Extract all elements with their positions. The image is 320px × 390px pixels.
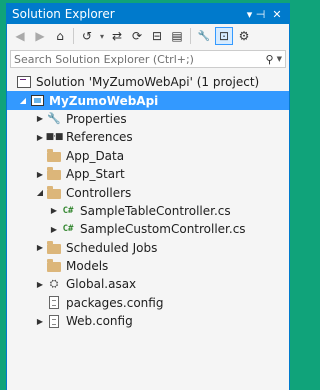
expand-arrow-icon[interactable]: ◢ [17,96,29,105]
expand-arrow-icon[interactable]: ▶ [34,317,46,326]
tree-item-label: References [66,130,133,145]
tree-item-references[interactable]: ▶ ■·■ References [7,128,289,146]
folder-icon [46,258,62,274]
config-file-icon [46,295,62,311]
tree-item-properties[interactable]: ▶ 🔧 Properties [7,110,289,128]
expand-arrow-icon[interactable]: ▶ [34,170,46,179]
solution-tree: Solution 'MyZumoWebApi' (1 project) ◢ My… [7,73,289,331]
tree-item-label: Scheduled Jobs [66,240,158,255]
tree-item-packages-config[interactable]: packages.config [7,294,289,312]
tree-item-web-config[interactable]: ▶ Web.config [7,312,289,330]
chevron-down-icon[interactable]: ▼ [277,55,282,63]
expand-arrow-icon[interactable]: ▶ [34,243,46,252]
tree-item-label: Models [66,259,109,274]
tree-item-controllers[interactable]: ◢ Controllers [7,183,289,201]
preview-selected-icon[interactable]: ⊡ [215,27,233,45]
title-bar: Solution Explorer ▾ ⊣ ✕ [7,4,289,24]
search-icon[interactable]: ⚲ [266,53,274,66]
expand-arrow-icon[interactable]: ▶ [34,280,46,289]
tree-item-label: SampleCustomController.cs [80,222,246,237]
close-icon[interactable]: ✕ [269,8,285,21]
tree-item-solution[interactable]: Solution 'MyZumoWebApi' (1 project) [7,73,289,91]
folder-icon [46,166,62,182]
show-all-files-icon[interactable]: ▤ [168,27,186,45]
csharp-file-icon: C# [62,224,74,235]
search-box: ⚲ ▼ [10,50,286,68]
search-input[interactable] [14,52,266,66]
toolbar: ◀ ▶ ⌂ ↺ ▾ ⇄ ⟳ ⊟ ▤ 🔧 ⊡ ⚙ [7,24,289,48]
chevron-down-icon[interactable]: ▾ [98,27,106,45]
web-project-icon [29,93,45,109]
properties-wrench-icon[interactable]: 🔧 [195,27,213,45]
expand-arrow-icon[interactable]: ▶ [48,225,60,234]
wrench-icon: 🔧 [47,112,61,126]
folder-icon [46,240,62,256]
references-icon: ■·■ [45,132,64,143]
tree-item-sample-custom-controller[interactable]: ▶ C# SampleCustomController.cs [7,220,289,238]
expand-arrow-icon[interactable]: ▶ [48,206,60,215]
tree-item-app-data[interactable]: App_Data [7,147,289,165]
tree-item-label: Controllers [66,185,132,200]
folder-icon [46,185,62,201]
global-asax-icon: ⛭ [49,277,59,291]
tree-item-label: App_Data [66,148,125,163]
tree-item-app-start[interactable]: ▶ App_Start [7,165,289,183]
forward-icon[interactable]: ▶ [31,27,49,45]
tree-item-label: MyZumoWebApi [49,93,159,108]
collapse-arrow-icon[interactable]: ◢ [34,188,46,197]
tree-item-label: SampleTableController.cs [80,203,231,218]
tree-item-sample-table-controller[interactable]: ▶ C# SampleTableController.cs [7,202,289,220]
toolbar-separator [190,28,191,44]
tree-item-scheduled-jobs[interactable]: ▶ Scheduled Jobs [7,239,289,257]
tree-item-global-asax[interactable]: ▶ ⛭ Global.asax [7,275,289,293]
folder-icon [46,148,62,164]
tree-item-label: Solution 'MyZumoWebApi' (1 project) [36,75,260,90]
collapse-all-icon[interactable]: ⊟ [148,27,166,45]
tree-item-label: Web.config [66,314,133,329]
tree-item-models[interactable]: Models [7,257,289,275]
tree-item-label: packages.config [66,295,164,310]
tree-item-label: Global.asax [66,277,137,292]
csharp-file-icon: C# [62,205,74,216]
tree-item-label: App_Start [66,167,125,182]
window-title: Solution Explorer [12,7,115,21]
view-class-diagram-icon[interactable]: ⚙ [235,27,253,45]
home-icon[interactable]: ⌂ [51,27,69,45]
pending-changes-icon[interactable]: ↺ [78,27,96,45]
sync-icon[interactable]: ⇄ [108,27,126,45]
pin-icon[interactable]: ▾ ⊣ [243,8,269,21]
back-icon[interactable]: ◀ [11,27,29,45]
expand-arrow-icon[interactable]: ▶ [34,114,46,123]
expand-arrow-icon[interactable]: ▶ [34,133,46,142]
web-config-icon [46,313,62,329]
tree-item-label: Properties [66,111,127,126]
toolbar-separator [73,28,74,44]
tree-item-project[interactable]: ◢ MyZumoWebApi [7,91,289,110]
refresh-icon[interactable]: ⟳ [128,27,146,45]
solution-icon [16,74,32,90]
solution-explorer-window: Solution Explorer ▾ ⊣ ✕ ◀ ▶ ⌂ ↺ ▾ ⇄ ⟳ ⊟ … [6,3,290,390]
